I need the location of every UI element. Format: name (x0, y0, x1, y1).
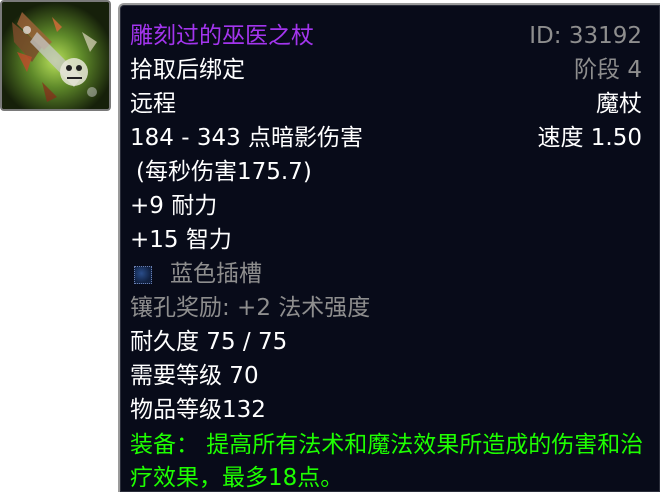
tooltip-row-item-level: 物品等级132 (130, 393, 642, 427)
tooltip-row-dps: (每秒伤害175.7) (136, 155, 642, 189)
tooltip-row-slot: 远程 魔杖 (130, 87, 642, 121)
durability-text: 耐久度 75 / 75 (130, 329, 288, 355)
binding-text: 拾取后绑定 (130, 57, 245, 83)
weapon-type-text: 魔杖 (596, 91, 642, 117)
speed-text: 速度 1.50 (537, 125, 642, 151)
item-id: ID: 33192 (529, 23, 642, 49)
tooltip-row-binding: 拾取后绑定 阶段 4 (130, 53, 642, 87)
blue-socket-icon (134, 266, 152, 284)
wand-item-icon[interactable] (0, 0, 111, 111)
tooltip-row-required-level: 需要等级 70 (130, 359, 642, 393)
dps-text: (每秒伤害175.7) (136, 159, 312, 185)
equip-label: 装备： (130, 432, 199, 458)
damage-text: 184 - 343 点暗影伤害 (130, 125, 364, 151)
equip-effect-text: 提高所有法术和魔法效果所造成的伤害和治疗效果，最多18点。 (130, 432, 644, 491)
item-level-text: 物品等级132 (130, 397, 266, 423)
tooltip-row-socket-bonus: 镶孔奖励: +2 法术强度 (130, 291, 642, 325)
tooltip-row-title: 雕刻过的巫医之杖 ID: 33192 (130, 19, 642, 53)
tooltip-row-intellect: +15 智力 (130, 223, 642, 257)
tooltip-row-stamina: +9 耐力 (130, 189, 642, 223)
required-level-text: 需要等级 70 (130, 363, 259, 389)
item-tooltip-screen: 雕刻过的巫医之杖 ID: 33192 拾取后绑定 阶段 4 远程 魔杖 184 … (0, 0, 660, 492)
tooltip-equip-effect: 装备： 提高所有法术和魔法效果所造成的伤害和治疗效果，最多18点。 (130, 429, 646, 492)
socket-bonus-text: 镶孔奖励: +2 法术强度 (130, 295, 371, 321)
item-tooltip: 雕刻过的巫医之杖 ID: 33192 拾取后绑定 阶段 4 远程 魔杖 184 … (118, 3, 660, 492)
tooltip-row-socket: 蓝色插槽 (130, 257, 642, 291)
item-name[interactable]: 雕刻过的巫医之杖 (130, 23, 314, 49)
socket-text: 蓝色插槽 (170, 261, 262, 287)
slot-text: 远程 (130, 91, 176, 117)
phase-text: 阶段 4 (574, 57, 642, 83)
tooltip-row-damage: 184 - 343 点暗影伤害 速度 1.50 (130, 121, 642, 155)
stamina-stat: +9 耐力 (130, 193, 218, 219)
tooltip-row-durability: 耐久度 75 / 75 (130, 325, 642, 359)
intellect-stat: +15 智力 (130, 227, 232, 253)
